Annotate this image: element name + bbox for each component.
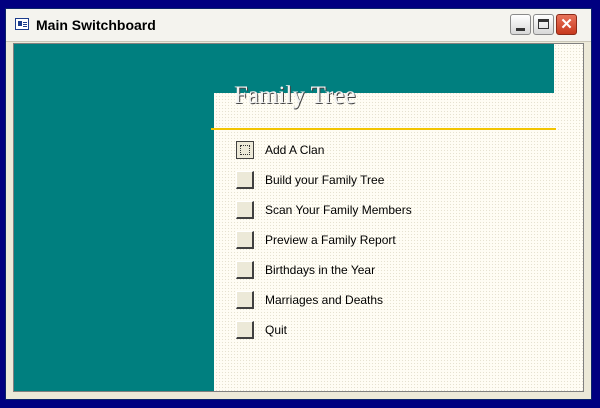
menu-label: Build your Family Tree <box>265 173 385 187</box>
menu-item-marriages-and-deaths[interactable]: Marriages and Deaths <box>236 289 476 311</box>
menu-button-birthdays-in-year[interactable] <box>236 261 254 279</box>
minimize-button[interactable] <box>510 14 531 35</box>
window-title: Main Switchboard <box>36 17 156 33</box>
form-icon <box>15 18 29 30</box>
menu-button-marriages-and-deaths[interactable] <box>236 291 254 309</box>
menu-item-scan-family-members[interactable]: Scan Your Family Members <box>236 199 476 221</box>
menu-label: Preview a Family Report <box>265 233 396 247</box>
switchboard-form: Family Tree Add A Clan Build your Family… <box>13 43 584 392</box>
menu-label: Birthdays in the Year <box>265 263 376 277</box>
menu-button-build-family-tree[interactable] <box>236 171 254 189</box>
title-divider <box>211 128 556 130</box>
menu-label: Add A Clan <box>265 143 325 157</box>
menu-item-preview-family-report[interactable]: Preview a Family Report <box>236 229 476 251</box>
close-icon: ✕ <box>560 16 573 33</box>
menu-button-scan-family-members[interactable] <box>236 201 254 219</box>
menu-label: Quit <box>265 323 288 337</box>
menu-item-build-family-tree[interactable]: Build your Family Tree <box>236 169 476 191</box>
maximize-button[interactable] <box>533 14 554 35</box>
menu-button-quit[interactable] <box>236 321 254 339</box>
main-switchboard-window: Main Switchboard ✕ Family Tree Add A Cla… <box>5 8 592 400</box>
title-bar[interactable]: Main Switchboard ✕ <box>6 9 591 42</box>
menu-label: Marriages and Deaths <box>265 293 384 307</box>
left-panel <box>14 44 214 391</box>
menu-button-preview-family-report[interactable] <box>236 231 254 249</box>
menu-item-add-a-clan[interactable]: Add A Clan <box>236 139 476 161</box>
close-button[interactable]: ✕ <box>556 14 577 35</box>
menu-item-quit[interactable]: Quit <box>236 319 476 341</box>
page-title: Family Tree <box>234 82 356 109</box>
menu-button-add-a-clan[interactable] <box>236 141 254 159</box>
menu-item-birthdays-in-year[interactable]: Birthdays in the Year <box>236 259 476 281</box>
menu-label: Scan Your Family Members <box>265 203 412 217</box>
